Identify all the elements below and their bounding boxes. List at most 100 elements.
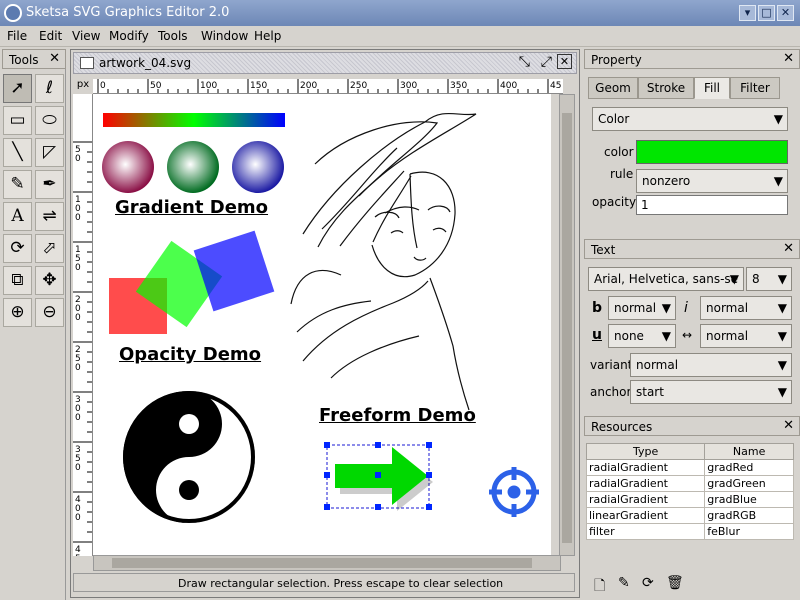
right-panels: Property ✕ Geom Stroke Fill Filter Color ▼…	[584, 49, 800, 600]
tools-close-icon[interactable]: ✕	[49, 51, 60, 66]
app-icon	[4, 4, 22, 22]
underline-symbol: u	[592, 327, 602, 343]
table-row[interactable]: filter feBlur	[585, 523, 794, 540]
text-tool[interactable]: A	[3, 202, 32, 231]
resources-title-text: Resources	[591, 420, 653, 434]
text-title-text: Text	[591, 243, 616, 257]
ruler-v-label: 4 5	[75, 545, 81, 557]
pencil-tool[interactable]: ✎	[3, 170, 32, 199]
tab-geom[interactable]: Geom	[588, 77, 638, 99]
menu-tools[interactable]: Tools	[158, 29, 188, 43]
opacity-input[interactable]: 1	[636, 195, 788, 215]
variant-select[interactable]: normal ▼	[630, 353, 792, 377]
crosshair-icon[interactable]	[489, 467, 539, 517]
red-gradient-circle[interactable]	[102, 141, 154, 193]
ruler-h-label: 45	[550, 81, 561, 91]
menu-modify[interactable]: Modify	[109, 29, 149, 43]
drawing-canvas[interactable]: Gradient Demo Opacity Demo Freeform Demo	[93, 94, 551, 556]
lasso-tool[interactable]: ℓ	[35, 74, 64, 103]
restore-document-icon[interactable]: ⤡	[519, 54, 530, 70]
new-resource-icon[interactable]: 🗋	[594, 575, 605, 599]
zoom-in-tool[interactable]: ⊕	[3, 298, 32, 327]
resources-close-icon[interactable]: ✕	[783, 418, 794, 433]
chevron-down-icon: ▼	[661, 301, 671, 315]
text-decoration-select[interactable]: none ▼	[608, 324, 676, 348]
menu-file[interactable]: File	[7, 29, 27, 43]
green-gradient-circle[interactable]	[167, 141, 219, 193]
text-close-icon[interactable]: ✕	[783, 241, 794, 256]
menu-view[interactable]: View	[72, 29, 100, 43]
edit-resource-icon[interactable]: ✎	[618, 575, 630, 591]
scale-tool[interactable]: ⧉	[3, 266, 32, 295]
ellipse-tool[interactable]: ⬭	[35, 106, 64, 135]
rgb-gradient-bar[interactable]	[103, 113, 285, 127]
tab-filter[interactable]: Filter	[730, 77, 780, 99]
table-row[interactable]: radialGradient gradGreen	[585, 475, 794, 492]
letter-spacing-select[interactable]: normal ▼	[700, 324, 792, 348]
color-swatch[interactable]	[636, 140, 788, 164]
anchor-value: start	[636, 385, 664, 399]
type-column-header[interactable]: Type	[585, 443, 706, 460]
resource-name: gradRGB	[704, 507, 794, 524]
artwork-svg[interactable]	[93, 94, 551, 556]
table-row[interactable]: radialGradient gradRed	[585, 459, 794, 476]
font-size-select[interactable]: 8 ▼	[746, 267, 792, 291]
line-tool[interactable]: ╲	[3, 138, 32, 167]
anchor-label: anchor	[590, 385, 632, 399]
rule-value: nonzero	[642, 174, 691, 188]
ruler-h-label: 300	[400, 81, 417, 91]
font-family-select[interactable]: Arial, Helvetica, sans-se ▼	[588, 267, 744, 291]
resource-name: gradRed	[704, 459, 794, 476]
tile-document-icon[interactable]: ⤢	[541, 54, 552, 70]
polyline-tool[interactable]: ◸	[35, 138, 64, 167]
anchor-select[interactable]: start ▼	[630, 380, 792, 404]
tab-stroke[interactable]: Stroke	[638, 77, 694, 99]
zoom-out-tool[interactable]: ⊖	[35, 298, 64, 327]
ruler-v-label: 3 0 0	[75, 395, 81, 423]
menu-help[interactable]: Help	[254, 29, 281, 43]
chevron-down-icon: ▼	[777, 358, 787, 372]
font-weight-value: normal	[614, 301, 657, 315]
chevron-down-icon: ▼	[773, 112, 783, 126]
select-tool[interactable]: ➚	[3, 74, 32, 103]
name-column-header[interactable]: Name	[704, 443, 794, 460]
delete-resource-icon[interactable]: 🗑	[666, 575, 684, 591]
font-style-select[interactable]: normal ▼	[700, 296, 792, 320]
horizontal-scroll-thumb[interactable]	[112, 558, 532, 568]
refresh-resource-icon[interactable]: ⟳	[642, 575, 654, 591]
rectangle-tool[interactable]: ▭	[3, 106, 32, 135]
pen-tool[interactable]: ✒	[35, 170, 64, 199]
close-button[interactable]: ✕	[777, 5, 794, 21]
menu-window[interactable]: Window	[201, 29, 248, 43]
anime-sketch[interactable]	[290, 112, 477, 411]
menu-edit[interactable]: Edit	[39, 29, 62, 43]
paint-select[interactable]: Color ▼	[592, 107, 788, 131]
font-weight-select[interactable]: normal ▼	[608, 296, 676, 320]
chevron-down-icon: ▼	[773, 174, 783, 188]
yin-yang[interactable]	[123, 391, 255, 523]
table-row[interactable]: linearGradient gradRGB	[585, 507, 794, 524]
resource-type: radialGradient	[585, 475, 706, 492]
rotate-tool[interactable]: ⟳	[3, 234, 32, 263]
chevron-down-icon: ▼	[661, 329, 671, 343]
ruler-h-label: 350	[450, 81, 467, 91]
skew-tool[interactable]: ⬀	[35, 234, 64, 263]
tab-fill[interactable]: Fill	[694, 77, 730, 99]
status-bar: Draw rectangular selection. Press escape…	[73, 573, 575, 592]
horizontal-scrollbar[interactable]	[93, 555, 561, 571]
document-close-icon[interactable]: ✕	[557, 54, 572, 69]
ruler-h-label: 150	[250, 81, 267, 91]
freeform-arrow[interactable]	[324, 442, 433, 511]
node-tool[interactable]: ⇌	[35, 202, 64, 231]
vertical-scroll-thumb[interactable]	[562, 113, 572, 543]
rule-select[interactable]: nonzero ▼	[636, 169, 788, 193]
minimize-button[interactable]: ▾	[739, 5, 756, 21]
blue-gradient-circle[interactable]	[232, 141, 284, 193]
property-close-icon[interactable]: ✕	[783, 51, 794, 66]
vertical-scrollbar[interactable]	[559, 94, 575, 556]
font-size-value: 8	[752, 272, 760, 286]
maximize-button[interactable]: □	[758, 5, 775, 21]
move-tool[interactable]: ✥	[35, 266, 64, 295]
table-row[interactable]: radialGradient gradBlue	[585, 491, 794, 508]
table-header-row: Type Name	[585, 443, 794, 460]
